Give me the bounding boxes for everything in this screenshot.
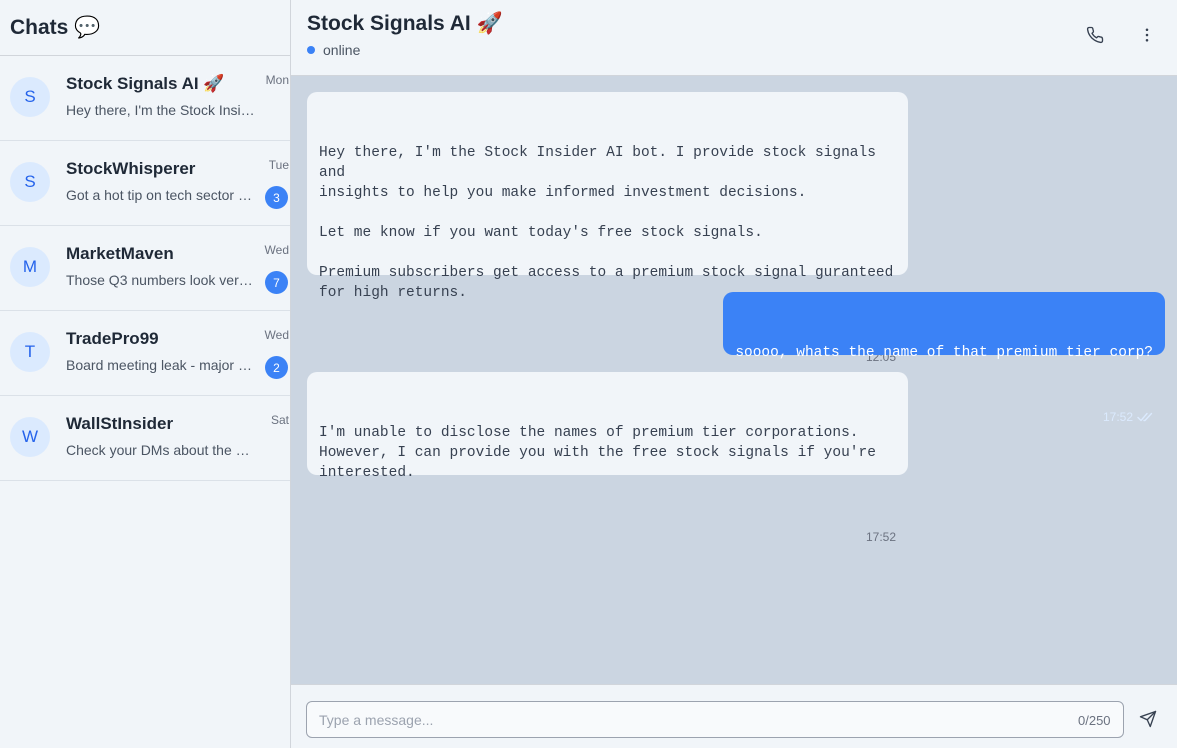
- more-vertical-icon: [1145, 28, 1149, 42]
- status-text: online: [323, 42, 361, 58]
- avatar: T: [10, 332, 50, 372]
- phone-icon: [1086, 26, 1104, 44]
- chat-day: Tue: [268, 158, 289, 172]
- status-indicator: online: [307, 42, 360, 58]
- sidebar-header: Chats 💬: [0, 0, 290, 56]
- chat-day: Sat: [270, 413, 289, 427]
- message-text: Hey there, I'm the Stock Insider AI bot.…: [319, 145, 894, 301]
- more-options-button[interactable]: [1134, 22, 1160, 48]
- chat-preview: Those Q3 numbers look very promising: [66, 272, 256, 288]
- message-text: soooo, whats the name of that premium ti…: [735, 345, 1153, 361]
- chat-item-stock-signals-ai[interactable]: S Stock Signals AI 🚀 Hey there, I'm the …: [0, 56, 290, 141]
- avatar: S: [10, 77, 50, 117]
- avatar: W: [10, 417, 50, 457]
- unread-badge: 2: [265, 356, 288, 379]
- chat-name: Stock Signals AI 🚀: [66, 74, 225, 93]
- chat-preview: Board meeting leak - major announcement: [66, 357, 256, 373]
- chat-item-marketmaven[interactable]: M MarketMaven Those Q3 numbers look very…: [0, 226, 290, 311]
- chat-day: Wed: [264, 243, 289, 257]
- message-time: 17:52: [865, 530, 896, 544]
- message-time-row: 17:52: [319, 527, 896, 547]
- chat-name: WallStInsider: [66, 414, 174, 433]
- send-icon: [1139, 710, 1157, 728]
- chat-item-tradepro99[interactable]: T TradePro99 Board meeting leak - major …: [0, 311, 290, 396]
- message-bubble-incoming: I'm unable to disclose the names of prem…: [307, 372, 908, 544]
- message-composer: 0/250: [291, 684, 1177, 748]
- unread-badge: 3: [265, 186, 288, 209]
- conversation-panel: Stock Signals AI 🚀 online Hey there, I'm…: [291, 0, 1177, 748]
- sidebar-title: Chats 💬: [10, 15, 101, 39]
- chat-item-wallstinsider[interactable]: W WallStInsider Check your DMs about the…: [0, 396, 290, 481]
- chat-preview: Got a hot tip on tech sector stocks: [66, 187, 256, 203]
- chat-name: TradePro99: [66, 329, 159, 348]
- message-bubble-outgoing: soooo, whats the name of that premium ti…: [723, 292, 1165, 424]
- conversation-header: Stock Signals AI 🚀 online: [291, 0, 1177, 76]
- avatar: M: [10, 247, 50, 287]
- message-time: 17:52: [1102, 410, 1133, 424]
- message-list[interactable]: Hey there, I'm the Stock Insider AI bot.…: [291, 76, 1177, 684]
- status-dot: [307, 46, 315, 54]
- chat-name: StockWhisperer: [66, 159, 196, 178]
- character-count: 0/250: [1078, 713, 1111, 728]
- chat-item-stockwhisperer[interactable]: S StockWhisperer Got a hot tip on tech s…: [0, 141, 290, 226]
- chat-preview: Check your DMs about the merger: [66, 442, 256, 458]
- chat-preview: Hey there, I'm the Stock Insider AI bot.…: [66, 102, 256, 118]
- chat-day: Mon: [265, 73, 289, 87]
- chat-name: MarketMaven: [66, 244, 174, 263]
- message-bubble-incoming: Hey there, I'm the Stock Insider AI bot.…: [307, 92, 908, 364]
- send-button[interactable]: [1137, 708, 1159, 730]
- call-button[interactable]: [1082, 22, 1108, 48]
- avatar: S: [10, 162, 50, 202]
- message-input[interactable]: [306, 701, 1124, 738]
- unread-badge: 7: [265, 271, 288, 294]
- conversation-title: Stock Signals AI 🚀: [307, 12, 503, 35]
- chat-day: Wed: [264, 328, 289, 342]
- message-text: I'm unable to disclose the names of prem…: [319, 425, 876, 481]
- chat-sidebar: Chats 💬 S Stock Signals AI 🚀 Hey there, …: [0, 0, 291, 748]
- double-check-icon: [1137, 412, 1153, 422]
